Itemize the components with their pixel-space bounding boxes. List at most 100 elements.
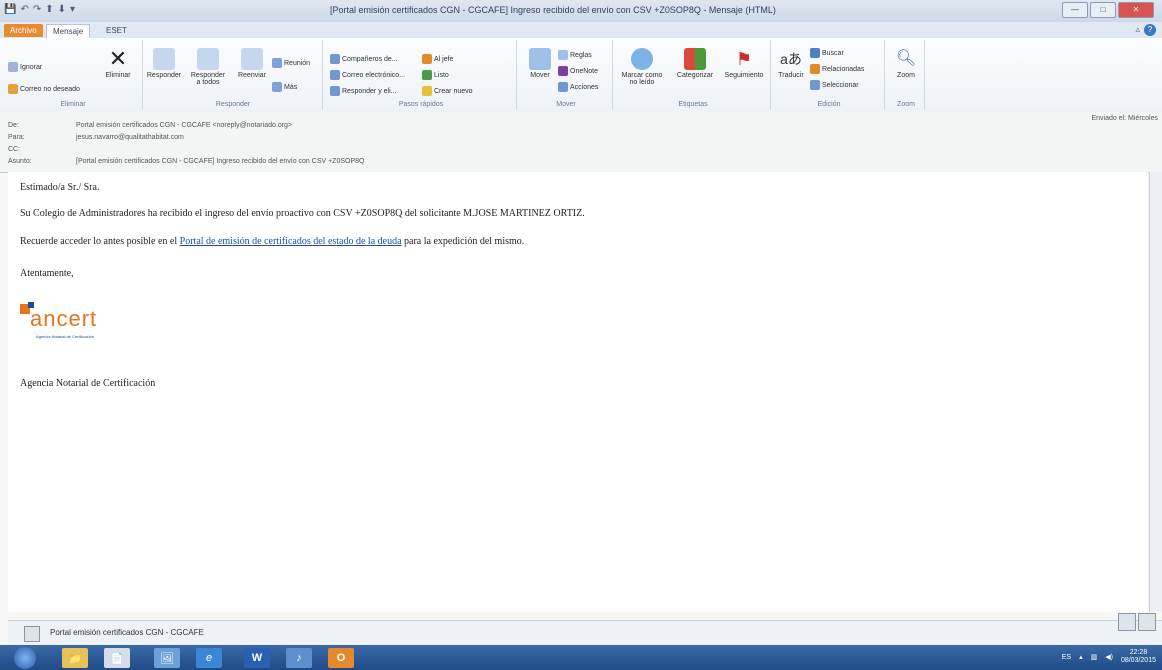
meeting-button[interactable]: Reunión [272, 58, 310, 68]
save-icon[interactable]: 💾 [4, 4, 16, 15]
actions-button[interactable]: Acciones [558, 82, 598, 92]
explorer-icon[interactable]: 📁 [62, 648, 88, 668]
qs-new-button[interactable]: Crear nuevo [422, 86, 473, 96]
tab-message[interactable]: Mensaje [46, 24, 91, 38]
zoom-button[interactable]: 🔍︎ Zoom [888, 48, 924, 79]
sent-date: Enviado el: Miércoles [1091, 115, 1158, 122]
move-button[interactable]: Mover [520, 48, 560, 79]
from-row: De: Portal emisión certificados CGN - CG… [8, 122, 293, 129]
word-icon[interactable]: W [244, 648, 270, 668]
clock[interactable]: 22:28 08/03/2015 [1121, 649, 1156, 665]
ignore-button[interactable]: Ignorar [8, 62, 42, 72]
minimize-button[interactable]: — [1062, 2, 1088, 18]
vertical-scrollbar[interactable] [1149, 172, 1162, 612]
quick-access-toolbar: 💾 ↶ ↷ ⬆ ⬇ ▾ [4, 4, 78, 15]
translate-button[interactable]: aあ Traducir [774, 48, 808, 79]
start-button[interactable] [14, 647, 36, 669]
group-quick-steps: Compañeros de... Correo electrónico... R… [326, 40, 517, 110]
media-player-icon[interactable]: ♪ [286, 648, 312, 668]
manager-icon [422, 54, 432, 64]
redo-icon[interactable]: ↷ [33, 4, 41, 15]
minimize-ribbon-icon[interactable]: ▵ [1135, 24, 1140, 35]
signature-text: Agencia Notarial de Certificación [20, 378, 156, 389]
next-icon[interactable]: ⬇ [58, 4, 66, 15]
magnifier-icon: 🔍︎ [895, 50, 917, 67]
qs-email-button[interactable]: Correo electrónico... [330, 70, 405, 80]
translate-icon: aあ [780, 51, 802, 67]
forward-button[interactable]: Reenviar [232, 48, 272, 79]
language-indicator[interactable]: ES [1062, 654, 1071, 661]
qs-done-button[interactable]: Listo [422, 70, 449, 80]
select-icon [810, 80, 820, 90]
flag-icon: ⚑ [735, 49, 753, 69]
onenote-button[interactable]: OneNote [558, 66, 598, 76]
greeting-text: Estimado/a Sr./ Sra. [20, 182, 100, 193]
close-button[interactable]: ✕ [1118, 2, 1154, 18]
message-body[interactable]: Estimado/a Sr./ Sra. Su Colegio de Admin… [8, 172, 1148, 612]
contact-thumb-icon[interactable] [1118, 613, 1136, 631]
followup-button[interactable]: ⚑ Seguimiento [720, 48, 768, 79]
tab-file[interactable]: Archivo [4, 24, 43, 37]
more-button[interactable]: Más [272, 82, 297, 92]
delete-x-icon: ✕ [108, 46, 128, 71]
check-icon [422, 70, 432, 80]
taskbar: 📁 📄 🖼 e W ♪ O ES ▴ ▥ ◀) 22:28 08/03/2015 [0, 645, 1162, 670]
undo-icon[interactable]: ↶ [20, 4, 28, 15]
group-delete: Ignorar Correo no deseado ✕ Eliminar Eli… [4, 40, 143, 110]
portal-link[interactable]: Portal de emisión de certificados del es… [180, 236, 402, 247]
to-value[interactable]: jesus.navarro@qualitathabitat.com [76, 134, 184, 141]
image-app-icon[interactable]: 🖼 [154, 648, 180, 668]
rules-icon [558, 50, 568, 60]
actions-icon [558, 82, 568, 92]
select-button[interactable]: Seleccionar [810, 80, 859, 90]
outlook-icon[interactable]: O [328, 648, 354, 668]
junk-button[interactable]: Correo no deseado [8, 84, 80, 94]
reply-button[interactable]: Responder [144, 48, 184, 79]
maximize-button[interactable]: □ [1090, 2, 1116, 18]
forward-icon [241, 48, 263, 70]
network-icon[interactable]: ▥ [1091, 653, 1098, 661]
people-pane-name[interactable]: Portal emisión certificados CGN - CGCAFE [50, 628, 204, 637]
people-pane: Portal emisión certificados CGN - CGCAFE [8, 613, 1162, 645]
contact-avatar-icon[interactable] [24, 626, 40, 642]
qs-coworkers-button[interactable]: Compañeros de... [330, 54, 398, 64]
tab-eset[interactable]: ESET [100, 24, 133, 37]
mark-unread-button[interactable]: Marcar como no leído [618, 48, 666, 86]
related-icon [810, 64, 820, 74]
new-icon [422, 86, 432, 96]
categorize-icon [684, 48, 706, 70]
qs-reply-delete-button[interactable]: Responder y eli... [330, 86, 396, 96]
system-tray: ES ▴ ▥ ◀) 22:28 08/03/2015 [1062, 649, 1156, 665]
subject-value: [Portal emisión certificados CGN - CGCAF… [76, 158, 365, 165]
related-button[interactable]: Relacionadas [810, 64, 864, 74]
ribbon-tabs: Archivo Mensaje ESET ▵ ? [0, 22, 1162, 39]
meeting-icon [272, 58, 282, 68]
logo-text: ancert [30, 306, 98, 331]
cc-row: CC: [8, 146, 21, 153]
document-icon[interactable]: 📄 [104, 648, 130, 668]
find-button[interactable]: Buscar [810, 48, 844, 58]
help-icon[interactable]: ? [1144, 24, 1156, 36]
ignore-icon [8, 62, 18, 72]
rules-button[interactable]: Reglas [558, 50, 592, 60]
volume-icon[interactable]: ◀) [1105, 653, 1113, 661]
categorize-button[interactable]: Categorizar [670, 48, 720, 79]
email-icon [330, 70, 340, 80]
group-tags: Marcar como no leído Categorizar ⚑ Segui… [616, 40, 771, 110]
reply-all-button[interactable]: Responder a todos [188, 48, 228, 86]
contact-thumb-icon[interactable] [1138, 613, 1156, 631]
group-move: Mover Reglas OneNote Acciones Mover [520, 40, 613, 110]
group-editing: aあ Traducir Buscar Relacionadas Seleccio… [774, 40, 885, 110]
internet-explorer-icon[interactable]: e [196, 648, 222, 668]
qs-manager-button[interactable]: Al jefe [422, 54, 453, 64]
previous-icon[interactable]: ⬆ [45, 4, 53, 15]
subject-row: Asunto: [Portal emisión certificados CGN… [8, 158, 365, 165]
body-line-2: Recuerde acceder lo antes posible en el … [20, 236, 525, 247]
group-respond: Responder Responder a todos Reenviar Reu… [144, 40, 323, 110]
delete-button[interactable]: ✕ Eliminar [98, 46, 138, 80]
junk-icon [8, 84, 18, 94]
from-value[interactable]: Portal emisión certificados CGN - CGCAFE… [76, 122, 292, 129]
body-line-1: Su Colegio de Administradores ha recibid… [20, 208, 585, 219]
tray-arrow-icon[interactable]: ▴ [1079, 653, 1083, 661]
customize-icon[interactable]: ▾ [70, 4, 78, 15]
